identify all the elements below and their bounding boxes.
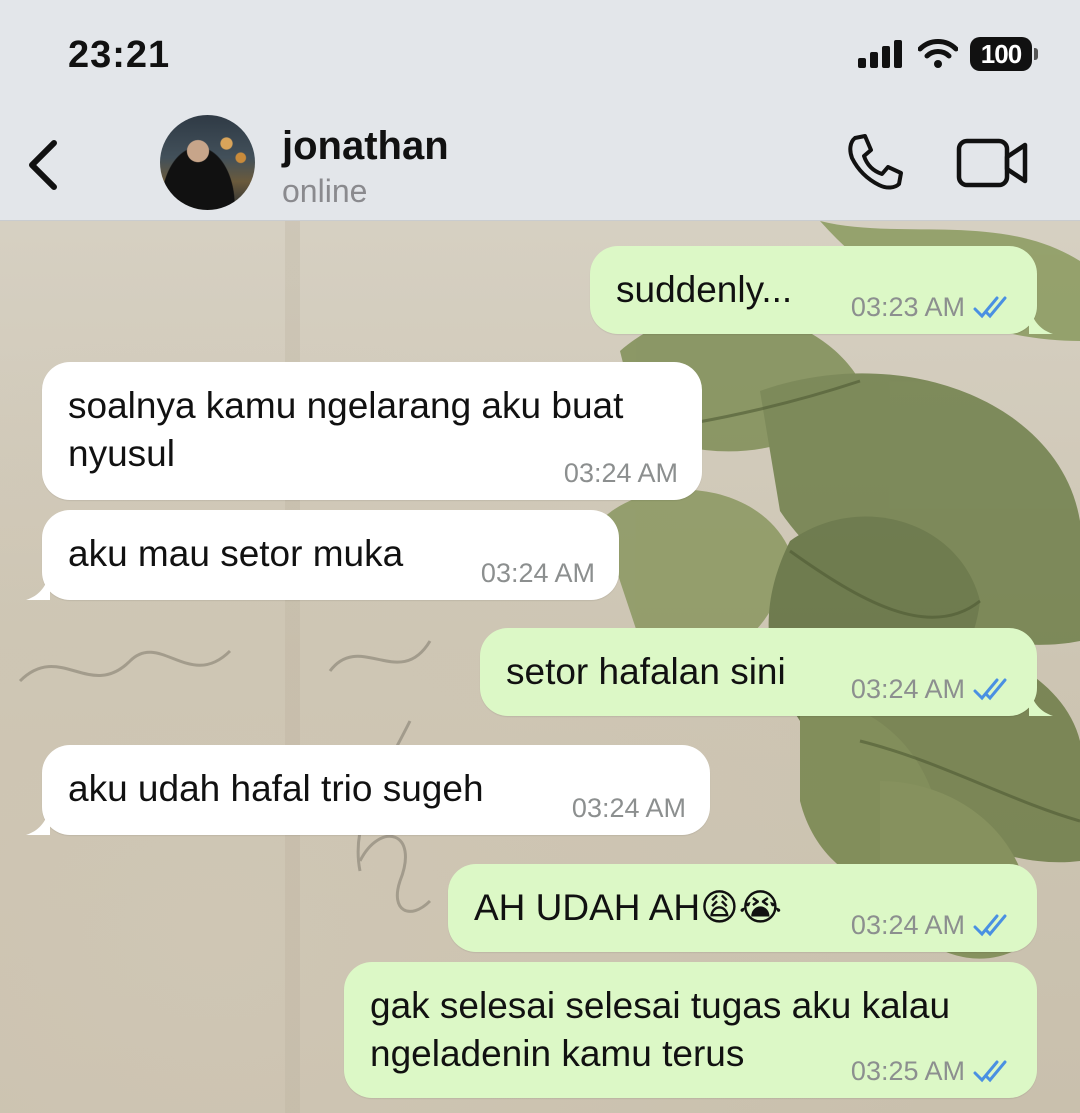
bubble-tail xyxy=(1029,688,1053,716)
double-check-icon xyxy=(973,296,1007,319)
message-incoming[interactable]: soalnya kamu ngelarang aku buat nyusul 0… xyxy=(42,362,702,500)
status-icons: 100 xyxy=(858,34,1038,74)
message-text-line: nyusul xyxy=(68,433,175,474)
message-outgoing[interactable]: suddenly... 03:23 AM xyxy=(590,246,1053,334)
message-meta: 03:24 AM xyxy=(851,910,1013,940)
message-text-line: soalnya kamu ngelarang aku buat xyxy=(68,385,624,426)
wifi-icon xyxy=(918,39,958,68)
message-meta: 03:24 AM xyxy=(572,793,686,823)
message-text: aku mau setor muka xyxy=(68,533,404,574)
message-time: 03:25 AM xyxy=(850,1056,965,1086)
message-text: setor hafalan sini xyxy=(506,651,786,692)
contact-avatar[interactable] xyxy=(160,115,255,210)
contact-status: online xyxy=(282,173,368,209)
status-time: 23:21 xyxy=(68,34,171,76)
battery-indicator: 100 xyxy=(970,37,1038,71)
message-meta: 03:24 AM xyxy=(564,458,678,488)
message-text: AH UDAH AH😩😭 xyxy=(474,887,782,928)
back-arrow-icon[interactable] xyxy=(22,135,72,195)
phone-icon[interactable] xyxy=(845,132,905,192)
message-outgoing[interactable]: setor hafalan sini 03:24 AM xyxy=(480,628,1053,716)
message-outgoing[interactable]: AH UDAH AH😩😭 03:24 AM xyxy=(448,864,1037,952)
chat-header: 23:21 100 jonathan online xyxy=(0,0,1080,221)
video-call-icon[interactable] xyxy=(955,137,1030,189)
chat-screen: 23:21 100 jonathan online suddenly... 03… xyxy=(0,0,1080,1113)
message-incoming[interactable]: aku udah hafal trio sugeh 03:24 AM xyxy=(26,745,710,835)
battery-level: 100 xyxy=(980,38,1022,69)
message-outgoing[interactable]: gak selesai selesai tugas aku kalau ngel… xyxy=(344,962,1037,1098)
message-incoming[interactable]: aku mau setor muka 03:24 AM xyxy=(26,510,619,600)
message-time: 03:24 AM xyxy=(850,674,965,704)
contact-name[interactable]: jonathan xyxy=(282,124,449,169)
message-text-line: gak selesai selesai tugas aku kalau xyxy=(370,985,951,1026)
message-time: 03:24 AM xyxy=(850,910,965,940)
double-check-icon xyxy=(973,1060,1007,1083)
signal-icon xyxy=(858,40,902,68)
message-time: 03:24 AM xyxy=(563,458,678,488)
message-time: 03:24 AM xyxy=(480,558,595,588)
message-meta: 03:25 AM xyxy=(851,1056,1013,1086)
message-meta: 03:24 AM xyxy=(481,558,595,588)
message-text: aku udah hafal trio sugeh xyxy=(68,768,484,809)
message-meta: 03:24 AM xyxy=(851,674,1013,704)
bubble-tail xyxy=(26,572,50,600)
double-check-icon xyxy=(973,678,1007,701)
message-meta: 03:23 AM xyxy=(851,292,1013,322)
message-time: 03:24 AM xyxy=(571,793,686,823)
double-check-icon xyxy=(973,914,1007,937)
message-time: 03:23 AM xyxy=(850,292,965,322)
bubble-tail xyxy=(1029,306,1053,334)
message-text: suddenly... xyxy=(616,269,793,310)
bubble-tail xyxy=(26,807,50,835)
